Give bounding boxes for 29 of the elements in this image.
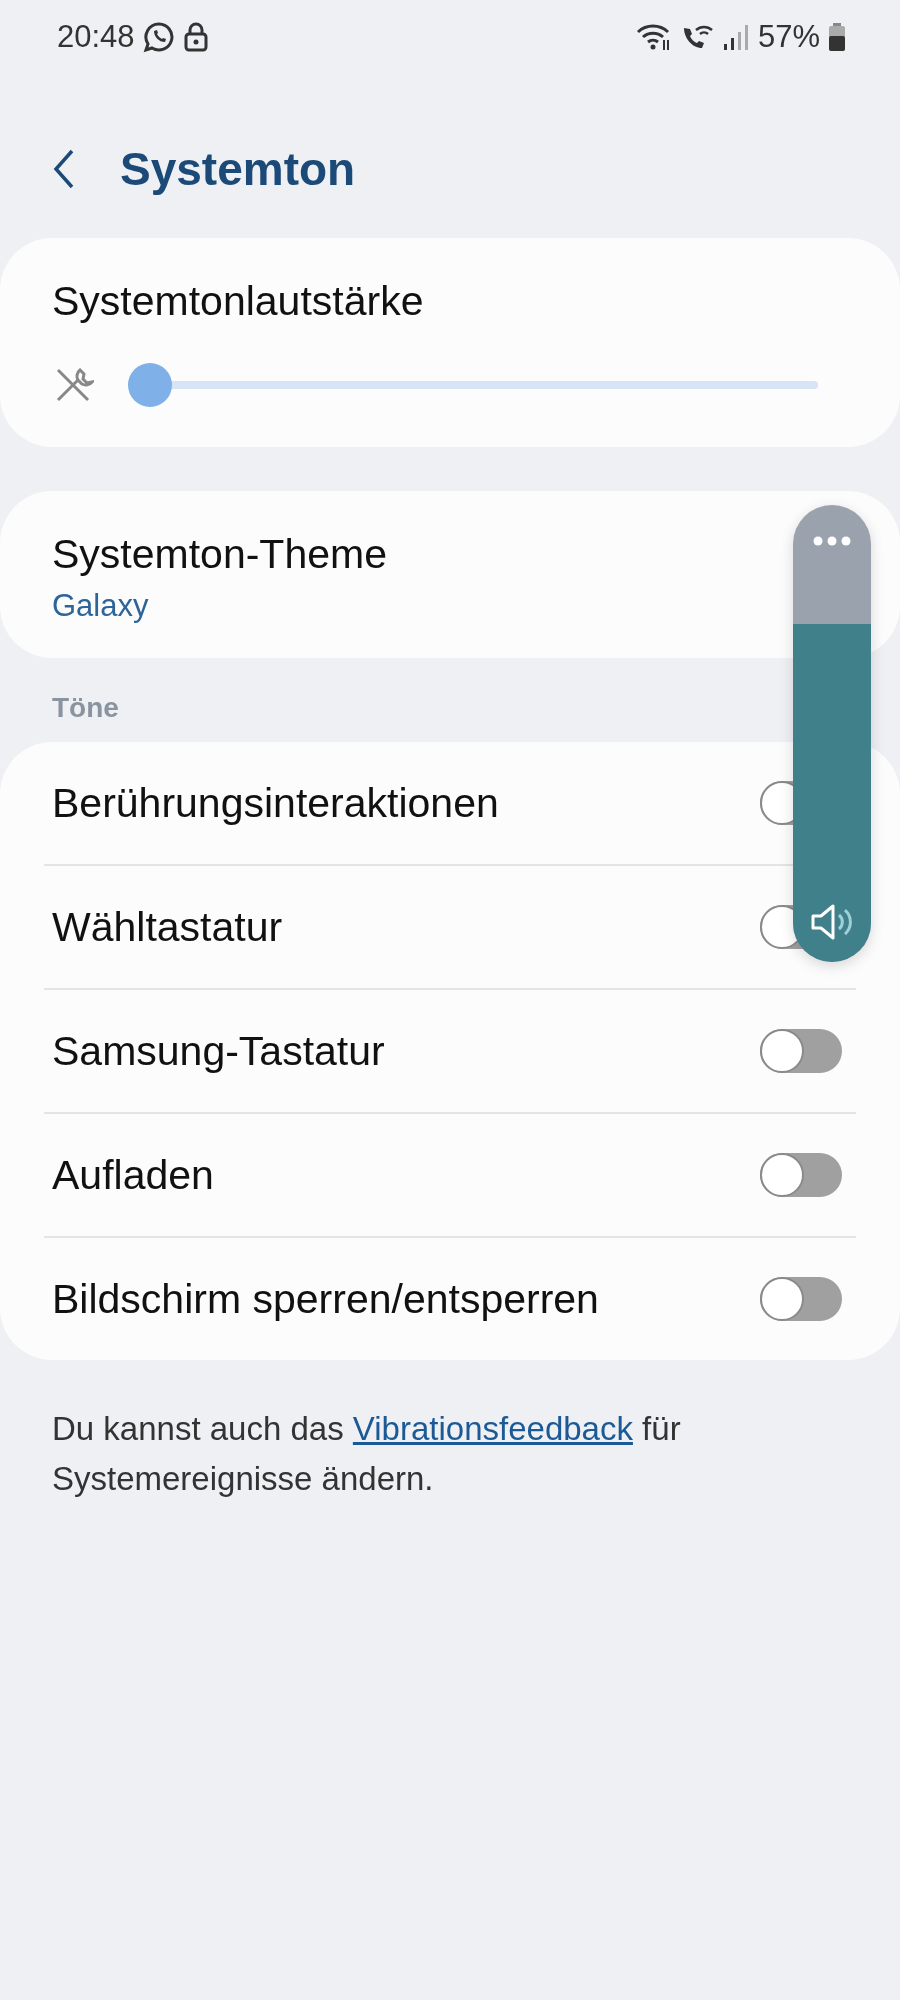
setting-label: Systemtonlautstärke [52, 278, 425, 325]
setting-label: Aufladen [52, 1151, 215, 1199]
battery-icon [828, 22, 846, 52]
back-icon[interactable] [52, 149, 76, 189]
setting-label: Berührungsinteraktionen [52, 779, 500, 827]
toggle-switch[interactable] [760, 1029, 842, 1073]
section-header: Töne [51, 691, 120, 725]
battery-percent: 57% [757, 19, 820, 55]
page-title: Systemton [120, 142, 356, 196]
signal-icon [721, 22, 750, 52]
setting-value: Galaxy [52, 588, 150, 624]
toggle-switch[interactable] [760, 1153, 842, 1197]
speaker-icon[interactable] [810, 902, 854, 942]
more-icon[interactable] [813, 536, 851, 546]
setting-label: Samsung-Tastatur [52, 1027, 386, 1075]
slider-thumb[interactable] [128, 363, 172, 407]
setting-label: Systemton-Theme [52, 531, 387, 578]
vibration-link[interactable]: Vibrationsfeedback [352, 1410, 633, 1447]
volume-dialog[interactable] [793, 505, 871, 962]
clock: 20:48 [57, 19, 135, 55]
wifi-icon [635, 22, 672, 52]
theme-card[interactable]: Systemton-Theme Galaxy [0, 491, 900, 658]
chat-icon [142, 21, 175, 53]
lock-icon [182, 22, 209, 52]
setting-label: Wähltastatur [52, 903, 284, 951]
footer-text: Du kannst auch das Vibrationsfeedback für Systemereignisse ändern. [51, 1409, 682, 1499]
setting-label: Bildschirm sperren/entsperren [52, 1275, 600, 1323]
toggle-switch[interactable] [760, 1277, 842, 1321]
volume-slider[interactable] [128, 363, 818, 407]
